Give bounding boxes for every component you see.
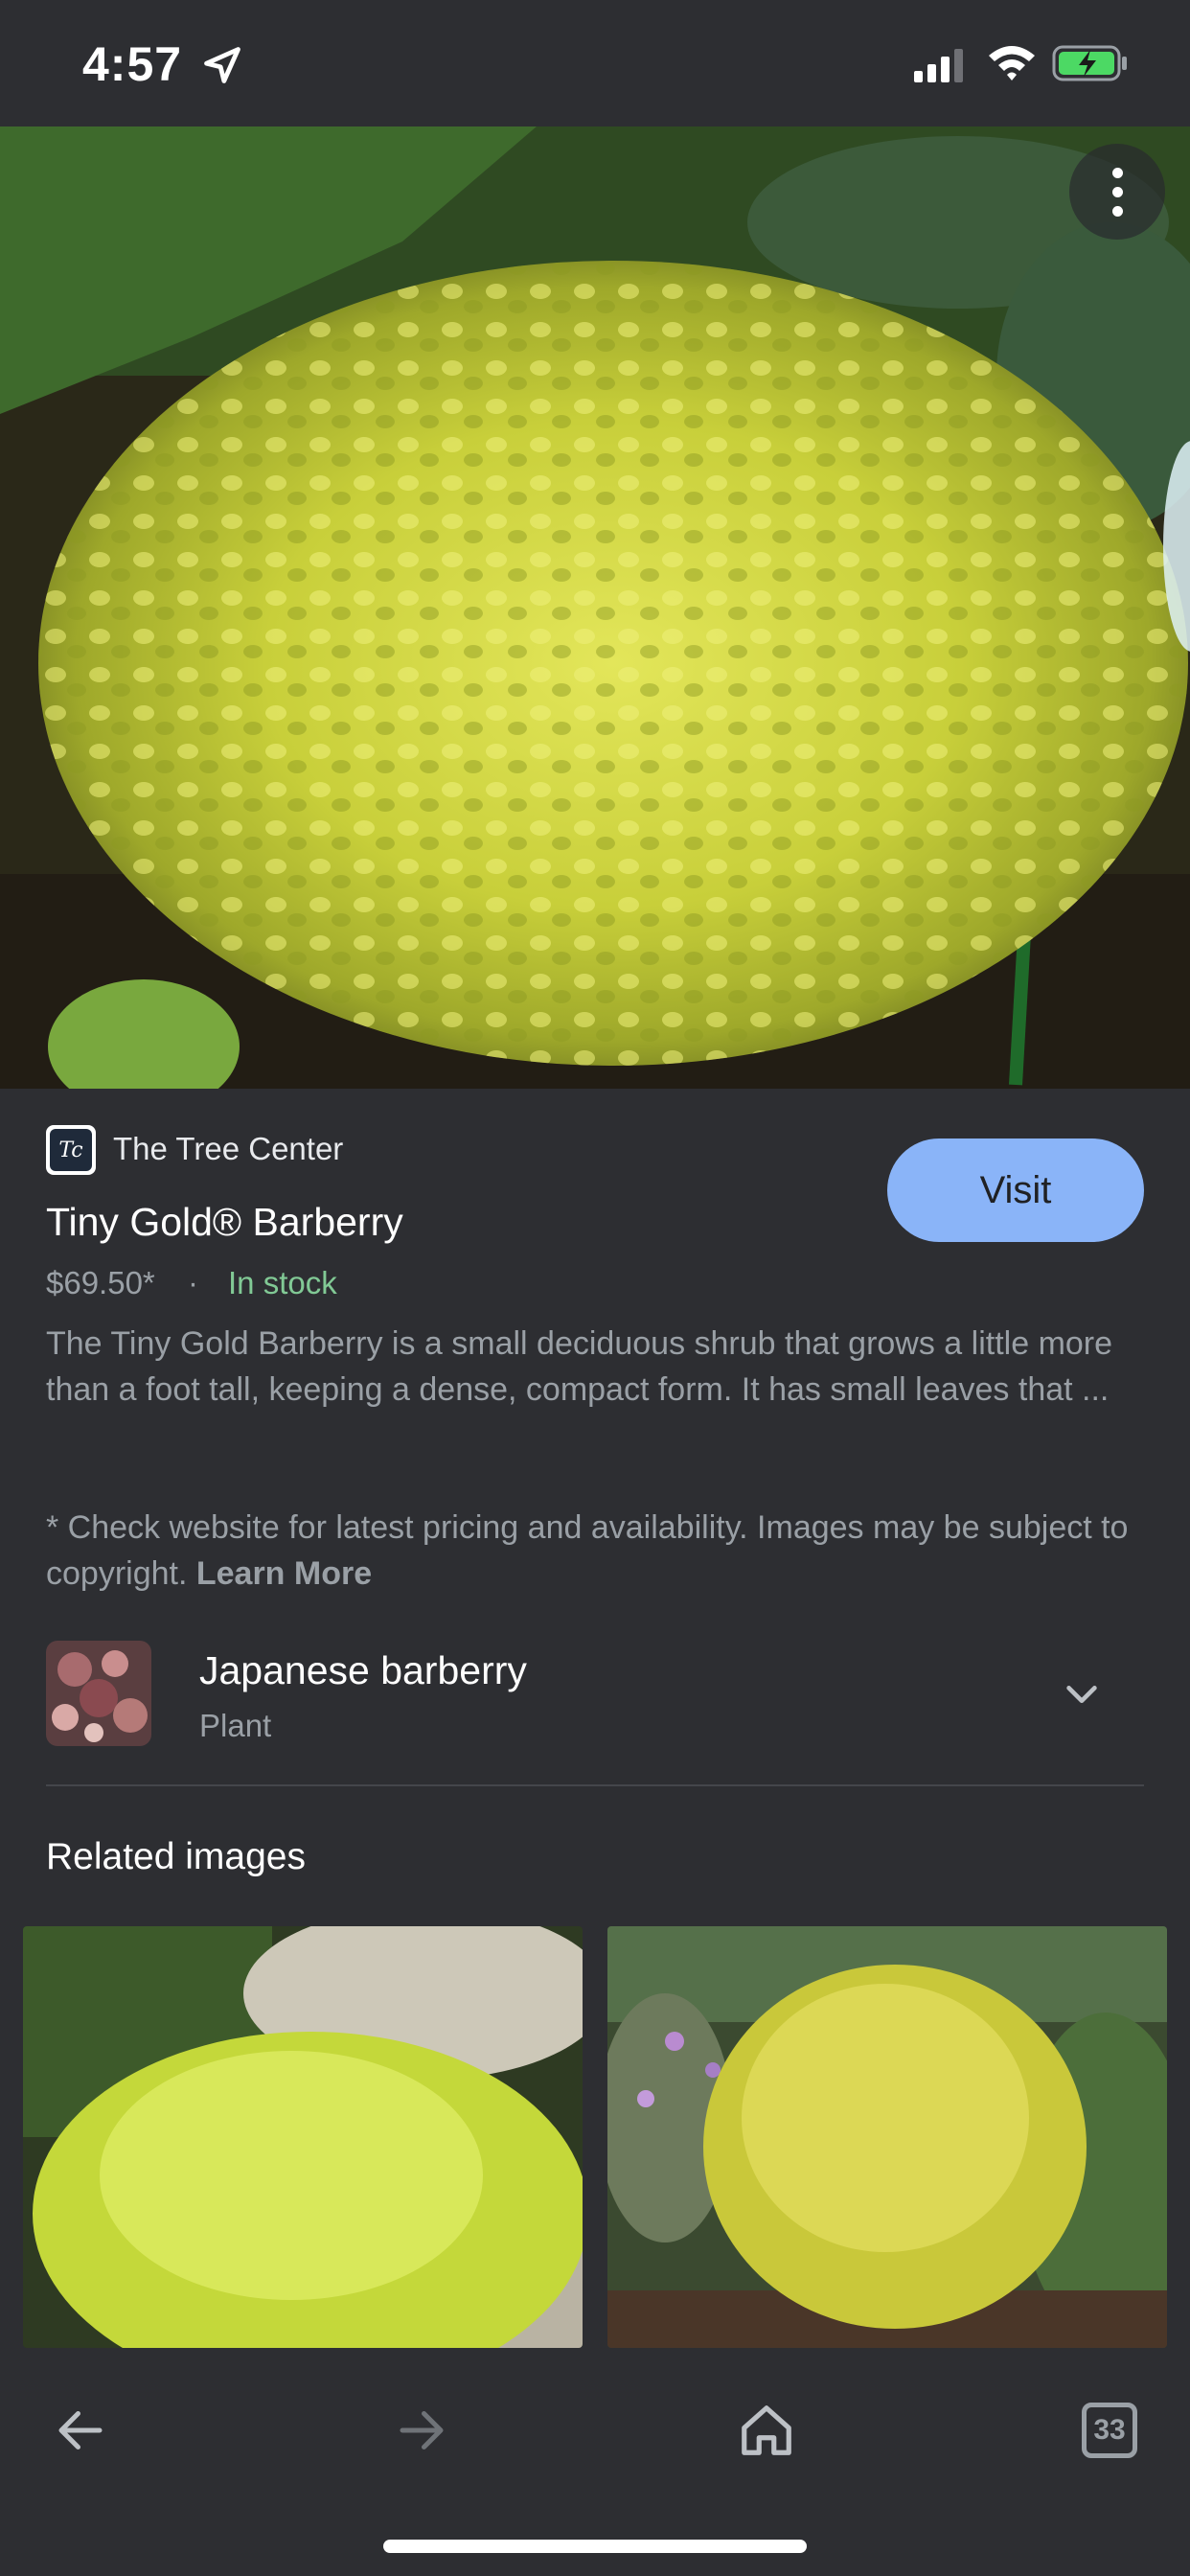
product-title[interactable]: Tiny Gold® Barberry (46, 1200, 403, 1245)
bottom-navigation: 33 (0, 2350, 1190, 2576)
battery-charging-icon (1052, 45, 1127, 81)
arrow-right-icon (400, 2411, 444, 2450)
knowledge-entity-row[interactable]: Japanese barberry Plant (46, 1641, 1144, 1765)
status-time: 4:57 (82, 37, 183, 91)
related-image[interactable] (23, 1926, 583, 2348)
stock-status: In stock (228, 1265, 337, 1300)
product-description: The Tiny Gold Barberry is a small decidu… (46, 1325, 1113, 1408)
learn-more-link[interactable]: Learn More (196, 1555, 372, 1592)
disclaimer-text: * Check website for latest pricing and a… (46, 1505, 1148, 1597)
entity-thumbnail (46, 1641, 151, 1746)
source-name[interactable]: The Tree Center (113, 1131, 343, 1167)
tabs-button[interactable]: 33 (1071, 2392, 1148, 2469)
home-button[interactable] (728, 2392, 805, 2469)
tab-count: 33 (1082, 2403, 1137, 2458)
cellular-signal-icon (914, 49, 963, 82)
related-image[interactable] (607, 1926, 1167, 2348)
more-vertical-icon[interactable] (1069, 144, 1165, 240)
home-icon (742, 2405, 791, 2455)
chevron-down-icon[interactable] (1060, 1673, 1104, 1717)
divider (46, 1784, 1144, 1786)
entity-type: Plant (199, 1708, 272, 1743)
wifi-icon (989, 46, 1035, 80)
hero-image[interactable] (0, 126, 1190, 1089)
entity-name: Japanese barberry (199, 1648, 527, 1692)
status-bar: 4:57 (0, 0, 1190, 126)
price-separator: · (188, 1265, 198, 1300)
visit-button[interactable]: Visit (887, 1138, 1144, 1242)
related-images-heading: Related images (46, 1836, 306, 1877)
back-button[interactable] (42, 2392, 119, 2469)
arrow-left-icon (58, 2411, 103, 2450)
product-price: $69.50* (46, 1265, 155, 1300)
source-logo: Tc (46, 1125, 96, 1175)
home-indicator[interactable] (383, 2540, 807, 2553)
forward-button[interactable] (383, 2392, 460, 2469)
location-arrow-icon (204, 47, 240, 83)
